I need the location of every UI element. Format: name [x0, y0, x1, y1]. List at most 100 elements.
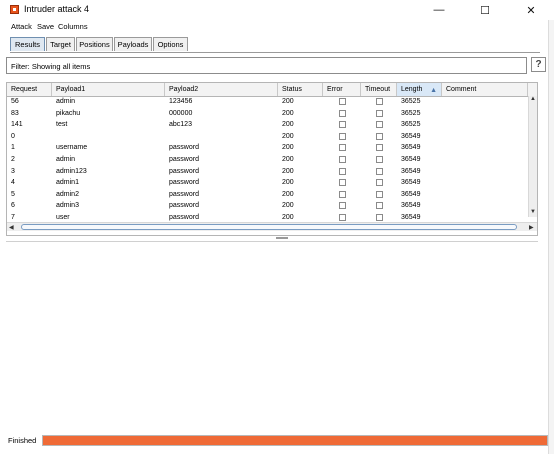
- cell-payload1: admin2: [56, 190, 79, 198]
- table-row[interactable]: 0 200 36549: [7, 131, 528, 143]
- table-row[interactable]: 6 admin3 password 200 36549: [7, 200, 528, 212]
- vertical-scrollbar[interactable]: ▲ ▼: [528, 96, 537, 217]
- tab-positions[interactable]: Positions: [76, 37, 113, 51]
- error-checkbox: [339, 132, 346, 140]
- intruder-window: Intruder attack 4 — ☐ ✕ Attack Save Colu…: [0, 0, 554, 454]
- cell-status: 200: [282, 109, 294, 117]
- table-row[interactable]: 83 pikachu 000000 200 36525: [7, 108, 528, 120]
- error-checkbox: [339, 156, 346, 163]
- column-status[interactable]: Status: [278, 83, 323, 96]
- table-row[interactable]: 4 admin1 password 200 36549: [7, 177, 528, 189]
- scroll-left-icon[interactable]: ◀: [9, 224, 14, 231]
- filter-bar[interactable]: Filter: Showing all items: [6, 57, 527, 74]
- cell-payload2: password: [169, 144, 199, 152]
- minimize-button[interactable]: —: [416, 0, 462, 20]
- cell-payload1: [52, 131, 165, 143]
- timeout-checkbox: [376, 167, 383, 175]
- error-checkbox: [339, 167, 346, 175]
- close-button[interactable]: ✕: [508, 0, 554, 20]
- column-payload1[interactable]: Payload1: [52, 83, 165, 96]
- results-table: Request Payload1 Payload2 Status Error T…: [6, 82, 538, 236]
- error-checkbox: [339, 121, 346, 129]
- cell-comment: [442, 142, 528, 154]
- column-payload2[interactable]: Payload2: [165, 83, 278, 96]
- cell-comment: [442, 189, 528, 201]
- tab-payloads[interactable]: Payloads: [114, 37, 152, 51]
- table-row[interactable]: 141 test abc123 200 36525: [7, 119, 528, 131]
- error-checkbox: [339, 144, 346, 152]
- filter-text: Filter: Showing all items: [11, 62, 91, 71]
- tab-results[interactable]: Results: [10, 37, 45, 51]
- title-bar[interactable]: Intruder attack 4 — ☐ ✕: [0, 0, 554, 20]
- cell-length: 36549: [401, 167, 421, 175]
- cell-comment: [442, 108, 528, 120]
- cell-request: 5: [11, 190, 15, 198]
- cell-length: 36525: [401, 109, 421, 117]
- window-edge: [548, 20, 554, 454]
- cell-status: 200: [282, 98, 294, 105]
- menu-columns[interactable]: Columns: [58, 22, 88, 31]
- cell-request: 83: [11, 109, 19, 117]
- menu-attack[interactable]: Attack: [11, 22, 32, 31]
- help-button[interactable]: ?: [531, 57, 546, 72]
- cell-length: 36549: [401, 202, 421, 210]
- scroll-up-icon[interactable]: ▲: [530, 96, 536, 102]
- column-request[interactable]: Request: [7, 83, 52, 96]
- menu-save[interactable]: Save: [37, 22, 54, 31]
- column-timeout[interactable]: Timeout: [361, 83, 397, 96]
- cell-length: 36549: [401, 144, 421, 152]
- error-checkbox: [339, 214, 346, 221]
- cell-length: 36549: [401, 179, 421, 187]
- error-checkbox: [339, 202, 346, 210]
- timeout-checkbox: [376, 214, 383, 221]
- error-checkbox: [339, 109, 346, 117]
- table-header: Request Payload1 Payload2 Status Error T…: [7, 83, 537, 97]
- timeout-checkbox: [376, 202, 383, 210]
- splitter-grip-icon[interactable]: [276, 237, 288, 239]
- cell-length: 36549: [401, 132, 421, 140]
- cell-status: 200: [282, 190, 294, 198]
- cell-comment: [442, 96, 528, 108]
- tab-target[interactable]: Target: [46, 37, 75, 51]
- column-error[interactable]: Error: [323, 83, 361, 96]
- cell-request: 0: [11, 132, 15, 140]
- table-row[interactable]: 2 admin password 200 36549: [7, 154, 528, 166]
- cell-payload1: pikachu: [56, 109, 81, 117]
- cell-length: 36549: [401, 156, 421, 163]
- error-checkbox: [339, 190, 346, 198]
- cell-request: 141: [11, 121, 23, 129]
- cell-comment: [442, 166, 528, 178]
- column-length[interactable]: Length ▲: [397, 83, 442, 96]
- cell-payload2: password: [169, 179, 199, 187]
- cell-comment: [442, 200, 528, 212]
- timeout-checkbox: [376, 179, 383, 187]
- table-row[interactable]: 5 admin2 password 200 36549: [7, 189, 528, 201]
- table-row[interactable]: 56 admin 123456 200 36525: [7, 96, 528, 108]
- cell-payload1: admin123: [56, 167, 87, 175]
- column-comment[interactable]: Comment: [442, 83, 528, 96]
- tab-bar: Results Target Positions Payloads Option…: [10, 36, 540, 53]
- maximize-button[interactable]: ☐: [462, 0, 508, 20]
- timeout-checkbox: [376, 156, 383, 163]
- cell-length: 36525: [401, 121, 421, 129]
- timeout-checkbox: [376, 132, 383, 140]
- status-bar: Finished: [0, 434, 554, 448]
- table-row[interactable]: 3 admin123 password 200 36549: [7, 166, 528, 178]
- cell-comment: [442, 177, 528, 189]
- scroll-right-icon[interactable]: ▶: [529, 224, 534, 231]
- cell-status: 200: [282, 144, 294, 152]
- scroll-down-icon[interactable]: ▼: [530, 209, 536, 215]
- tab-options[interactable]: Options: [153, 37, 188, 51]
- horizontal-scroll-thumb[interactable]: [21, 224, 517, 230]
- cell-status: 200: [282, 156, 294, 163]
- cell-payload1: username: [56, 144, 88, 152]
- cell-request: 1: [11, 144, 15, 152]
- horizontal-scrollbar[interactable]: ◀ ▶: [7, 222, 537, 231]
- cell-status: 200: [282, 132, 294, 140]
- table-row[interactable]: 1 username password 200 36549: [7, 142, 528, 154]
- cell-request: 56: [11, 98, 19, 105]
- cell-payload2: password: [169, 202, 199, 210]
- burp-icon: [10, 5, 19, 14]
- progress-bar: [42, 435, 548, 446]
- cell-request: 6: [11, 202, 15, 210]
